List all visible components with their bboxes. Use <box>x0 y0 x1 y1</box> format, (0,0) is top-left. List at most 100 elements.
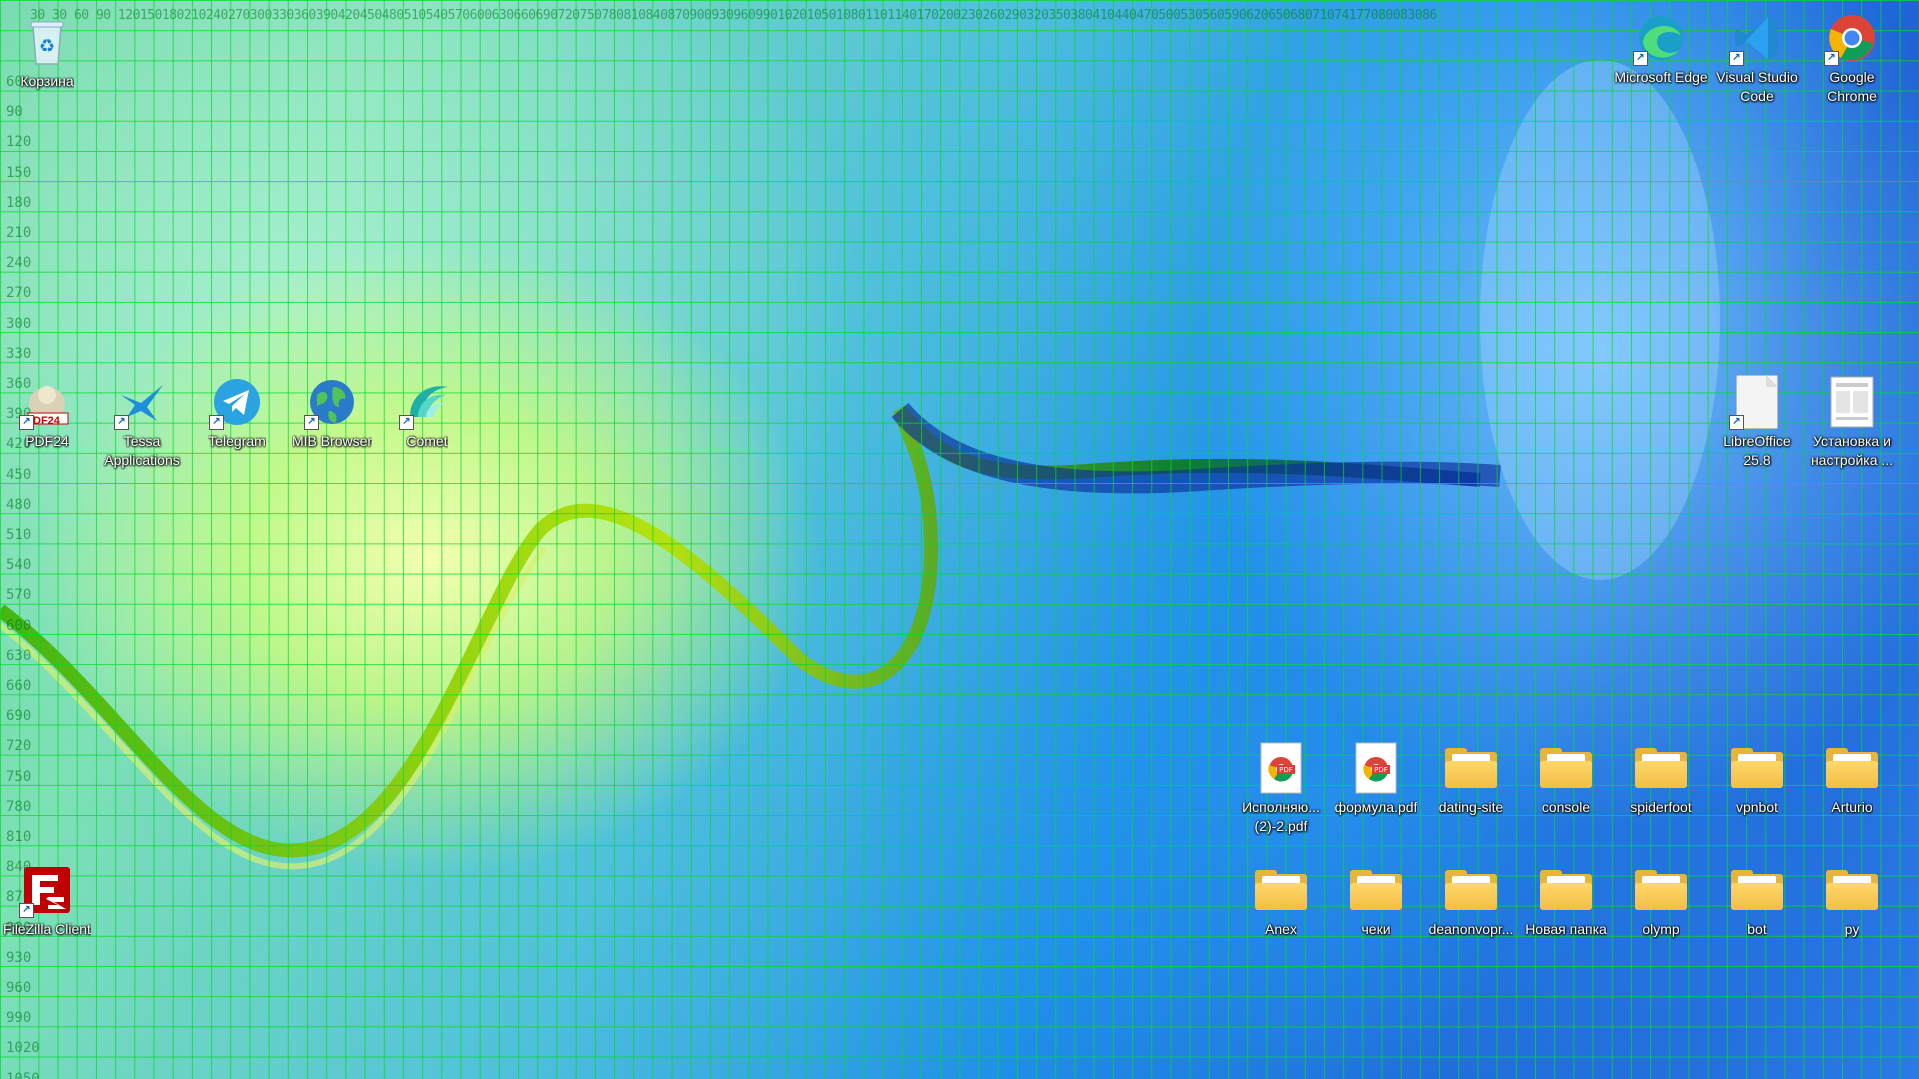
pdf-file-icon: PDF <box>1253 740 1309 796</box>
folder-icon <box>1729 862 1785 918</box>
folder-icon <box>1824 862 1880 918</box>
ruler-left-label: 570 <box>6 587 32 604</box>
ruler-left-label: 120 <box>6 134 32 151</box>
comet-icon: ↗ <box>399 374 455 430</box>
desktop-icon-bot[interactable]: bot <box>1710 862 1804 939</box>
shortcut-arrow-icon: ↗ <box>1824 51 1839 66</box>
desktop-icon-py[interactable]: py <box>1805 862 1899 939</box>
desktop-icon-setup[interactable]: Установка и настройка ... <box>1805 374 1899 470</box>
shortcut-arrow-icon: ↗ <box>1633 51 1648 66</box>
desktop-icon-edge[interactable]: ↗ Microsoft Edge <box>1614 10 1708 87</box>
desktop-icon-ispolnyayu-pdf[interactable]: PDF Исполняю... (2)-2.pdf <box>1234 740 1328 836</box>
icon-label: Корзина <box>20 73 74 89</box>
shortcut-arrow-icon: ↗ <box>1729 415 1744 430</box>
pdf24-icon: DF24 ↗ <box>19 374 75 430</box>
icon-label: Telegram <box>208 433 266 449</box>
vscode-icon: ↗ <box>1729 10 1785 66</box>
desktop-icon-olymp[interactable]: olymp <box>1614 862 1708 939</box>
shortcut-arrow-icon: ↗ <box>399 415 414 430</box>
ruler-left-label: 1050 <box>6 1070 40 1079</box>
ruler-left-label: 990 <box>6 1010 32 1027</box>
icon-label: Исполняю... (2)-2.pdf <box>1242 799 1320 834</box>
desktop-icon-formula-pdf[interactable]: PDF формула.pdf <box>1329 740 1423 817</box>
svg-text:♻: ♻ <box>39 36 55 56</box>
ruler-top: 30 30 60 90 1201501802102402703003303603… <box>30 8 1437 23</box>
desktop-icon-anex[interactable]: Anex <box>1234 862 1328 939</box>
desktop-icon-vpnbot[interactable]: vpnbot <box>1710 740 1804 817</box>
ruler-left-label: 630 <box>6 647 32 664</box>
desktop-icon-filezilla[interactable]: ↗ FileZilla Client <box>0 862 94 939</box>
folder-icon <box>1538 862 1594 918</box>
ruler-left-label: 720 <box>6 738 32 755</box>
ruler-left-label: 150 <box>6 164 32 181</box>
ruler-left-label: 210 <box>6 225 32 241</box>
icon-label: Visual Studio Code <box>1716 69 1798 104</box>
desktop-icon-cheki[interactable]: чеки <box>1329 862 1423 939</box>
icon-label: dating-site <box>1438 799 1504 815</box>
folder-icon <box>1348 862 1404 918</box>
filezilla-icon: ↗ <box>19 862 75 918</box>
desktop-icon-new-folder[interactable]: Новая папка <box>1519 862 1613 939</box>
ruler-left-label: 690 <box>6 708 32 725</box>
shortcut-arrow-icon: ↗ <box>1729 51 1744 66</box>
icon-label: console <box>1541 799 1591 815</box>
ruler-left-label: 270 <box>6 285 32 302</box>
ruler-left-label: 810 <box>6 829 32 845</box>
pdf24-badge: DF24 <box>33 415 60 427</box>
folder-icon <box>1538 740 1594 796</box>
desktop-icon-comet[interactable]: ↗ Comet <box>380 374 474 451</box>
icon-label: Anex <box>1265 921 1297 937</box>
icon-label: vpnbot <box>1735 799 1779 815</box>
edge-icon: ↗ <box>1633 10 1689 66</box>
desktop-icon-vscode[interactable]: ↗ Visual Studio Code <box>1710 10 1804 106</box>
icon-label: PDF24 <box>25 433 69 449</box>
globe-icon: ↗ <box>304 374 360 430</box>
desktop-icon-mib-browser[interactable]: ↗ MIB Browser <box>285 374 379 451</box>
libreoffice-icon: ↗ <box>1729 374 1785 430</box>
desktop-icon-chrome[interactable]: ↗ Google Chrome <box>1805 10 1899 106</box>
desktop-icon-arturio[interactable]: Arturio <box>1805 740 1899 817</box>
desktop-icon-dating-site[interactable]: dating-site <box>1424 740 1518 817</box>
icon-label: py <box>1844 921 1860 937</box>
desktop-icon-console[interactable]: console <box>1519 740 1613 817</box>
ruler-left-label: 510 <box>6 527 32 543</box>
svg-text:PDF: PDF <box>1279 766 1293 774</box>
chrome-icon: ↗ <box>1824 10 1880 66</box>
svg-text:PDF: PDF <box>1374 766 1388 774</box>
desktop-icon-libreoffice[interactable]: ↗ LibreOffice 25.8 <box>1710 374 1804 470</box>
ruler-left-label: 90 <box>6 104 23 121</box>
icon-label: Установка и настройка ... <box>1810 433 1894 468</box>
icon-label: bot <box>1747 921 1767 937</box>
ruler-left-label: 660 <box>6 678 32 694</box>
desktop[interactable]: 30 30 60 90 1201501802102402703003303603… <box>0 0 1919 1079</box>
ruler-left-label: 930 <box>6 949 32 966</box>
folder-icon <box>1824 740 1880 796</box>
tessa-icon: ↗ <box>114 374 170 430</box>
recycle-bin-icon: ♻ <box>19 14 75 70</box>
icon-label: Arturio <box>1831 799 1873 815</box>
icon-label: LibreOffice 25.8 <box>1723 433 1791 468</box>
icon-label: MIB Browser <box>291 433 373 449</box>
ruler-left-label: 180 <box>6 194 32 211</box>
shortcut-arrow-icon: ↗ <box>304 415 319 430</box>
desktop-icon-telegram[interactable]: ↗ Telegram <box>190 374 284 451</box>
icon-label: deanonvopr... <box>1428 921 1514 937</box>
pdf-file-icon: PDF <box>1348 740 1404 796</box>
icon-label: формула.pdf <box>1334 799 1418 815</box>
ruler-left-label: 450 <box>6 466 32 483</box>
ruler-left-label: 330 <box>6 345 32 362</box>
folder-icon <box>1253 862 1309 918</box>
shortcut-arrow-icon: ↗ <box>19 415 34 430</box>
document-icon <box>1824 374 1880 430</box>
desktop-icon-spiderfoot[interactable]: spiderfoot <box>1614 740 1708 817</box>
icon-label: olymp <box>1642 921 1680 937</box>
ruler-left-label: 240 <box>6 255 32 272</box>
desktop-icon-tessa[interactable]: ↗ Tessa Applications <box>95 374 189 470</box>
desktop-icon-deanonvopr[interactable]: deanonvopr... <box>1424 862 1518 939</box>
icon-label: Google Chrome <box>1827 69 1877 104</box>
desktop-icon-recycle-bin[interactable]: ♻ Корзина <box>0 14 94 91</box>
ruler-left-label: 1020 <box>6 1040 40 1057</box>
folder-icon <box>1443 862 1499 918</box>
desktop-icon-pdf24[interactable]: DF24 ↗ PDF24 <box>0 374 94 451</box>
ruler-left-label: 960 <box>6 980 32 996</box>
